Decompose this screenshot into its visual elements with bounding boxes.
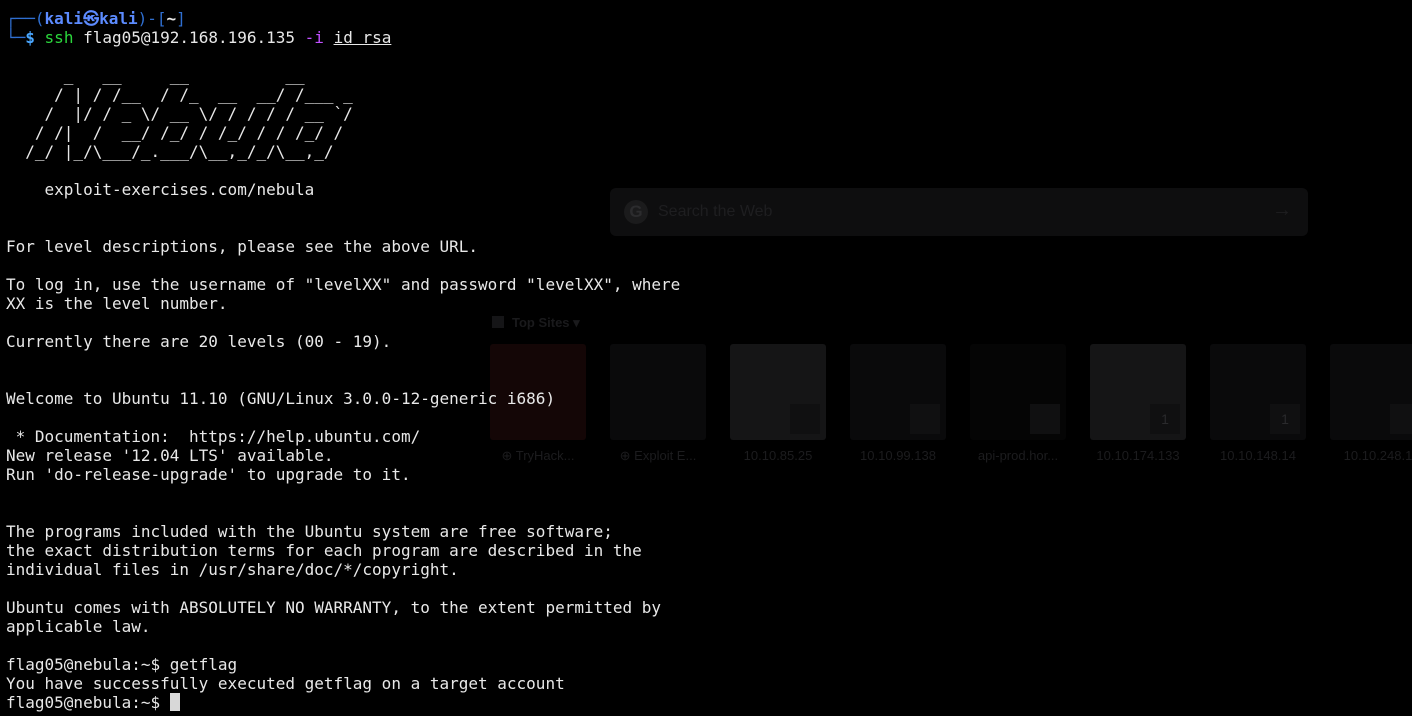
banner-line: / | / /__ / /_ __ __/ /___ _ xyxy=(6,85,353,104)
output-line: Welcome to Ubuntu 11.10 (GNU/Linux 3.0.0… xyxy=(6,389,556,408)
command-key-file: id rsa xyxy=(333,28,392,47)
output-line: * Documentation: https://help.ubuntu.com… xyxy=(6,427,421,446)
output-line: XX is the level number. xyxy=(6,294,228,313)
prompt-header-line: ┌──(kali㉿kali)-[~] xyxy=(6,9,186,28)
command-target: flag05@192.168.196.135 xyxy=(83,28,296,47)
prompt-user-host: kali㉿kali xyxy=(44,9,138,28)
prompt-box-top: ┌──( xyxy=(6,9,45,28)
prompt-dollar: $ xyxy=(25,28,35,47)
desktop-screen: G Search the Web → Top Sites ▾ ⊕ TryHack… xyxy=(0,0,1412,716)
banner-line: / /| / __/ /_/ / /_/ / / /_/ / xyxy=(6,123,344,142)
remote-prompt: flag05@nebula:~$ xyxy=(6,693,170,712)
output-line: You have successfully executed getflag o… xyxy=(6,674,565,693)
prompt-separator: )-[ xyxy=(137,9,167,28)
banner-line: /_/ |_/\___/_.___/\__,_/_/\__,_/ xyxy=(6,142,334,161)
output-line: The programs included with the Ubuntu sy… xyxy=(6,522,613,541)
output-line: Run 'do-release-upgrade' to upgrade to i… xyxy=(6,465,411,484)
command-option: -i xyxy=(304,28,324,47)
command-name: ssh xyxy=(44,28,74,47)
terminal-window[interactable]: ┌──(kali㉿kali)-[~] └─$ ssh flag05@192.16… xyxy=(0,0,1412,716)
output-line: flag05@nebula:~$ getflag xyxy=(6,655,238,674)
output-line: applicable law. xyxy=(6,617,151,636)
output-line: To log in, use the username of "levelXX"… xyxy=(6,275,681,294)
output-line: the exact distribution terms for each pr… xyxy=(6,541,642,560)
output-line: individual files in /usr/share/doc/*/cop… xyxy=(6,560,459,579)
prompt-box-bottom: └─ xyxy=(6,28,26,47)
banner-line: exploit-exercises.com/nebula xyxy=(6,180,315,199)
terminal-cursor xyxy=(169,693,180,711)
banner-line: _ __ __ __ xyxy=(6,66,305,85)
output-line: For level descriptions, please see the a… xyxy=(6,237,479,256)
active-prompt-line[interactable]: flag05@nebula:~$ xyxy=(6,693,180,712)
output-line: Ubuntu comes with ABSOLUTELY NO WARRANTY… xyxy=(6,598,662,617)
prompt-directory: ~ xyxy=(166,9,177,28)
command-line: └─$ ssh flag05@192.168.196.135 -i id rsa xyxy=(6,28,391,47)
prompt-bracket-close: ] xyxy=(176,9,186,28)
output-line: New release '12.04 LTS' available. xyxy=(6,446,334,465)
banner-line: / |/ / _ \/ __ \/ / / / / __ `/ xyxy=(6,104,353,123)
output-line: Currently there are 20 levels (00 - 19). xyxy=(6,332,392,351)
